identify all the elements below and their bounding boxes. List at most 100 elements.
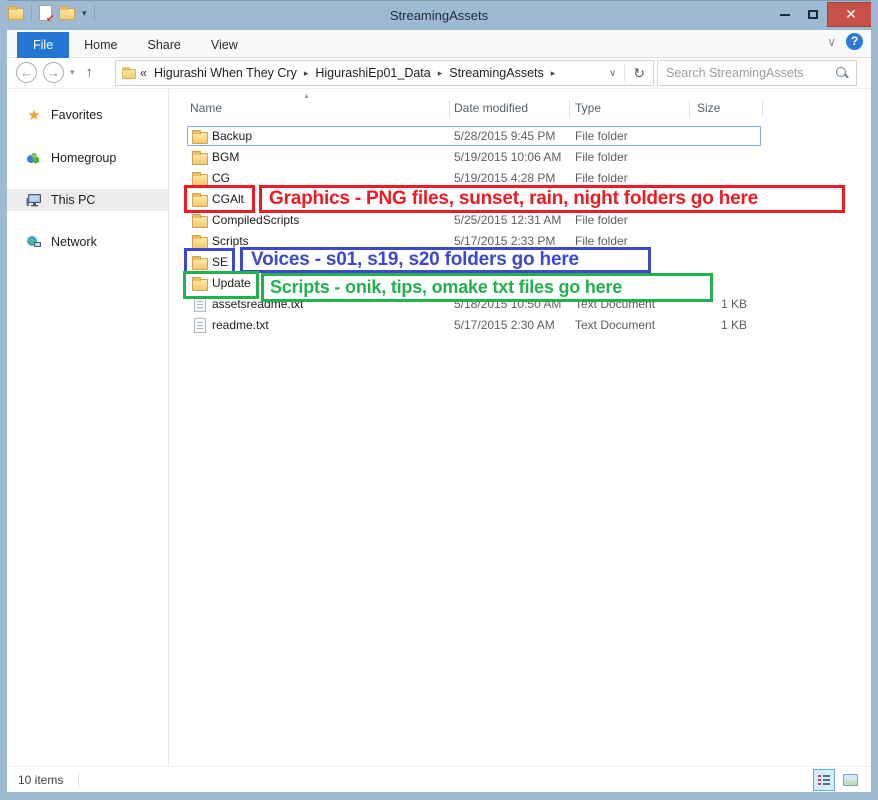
maximize-button[interactable] [799, 2, 827, 27]
folder-icon [192, 132, 208, 144]
location-folder-icon [122, 69, 136, 79]
sidebar-item-homegroup[interactable]: Homegroup [7, 147, 168, 169]
annotation-red-highlight-box [184, 185, 255, 213]
file-name: Backup [212, 126, 252, 147]
address-right-controls: ∨ ↻ [601, 65, 653, 82]
status-bar: 10 items [7, 766, 871, 792]
column-header-date-modified[interactable]: Date modified [454, 96, 528, 120]
sort-ascending-icon: ▲ [303, 93, 310, 100]
annotation-red-label: Graphics - PNG files, sunset, rain, nigh… [259, 185, 845, 213]
item-count: 10 items [18, 767, 63, 793]
breadcrumb-separator-icon[interactable]: ▸ [301, 68, 312, 79]
table-row-readme[interactable]: readme.txt 5/17/2015 2:30 AM Text Docume… [185, 315, 775, 336]
minimize-button[interactable] [771, 2, 799, 27]
navigation-bar: ← → ▾ ↑ « Higurashi When They Cry ▸ Higu… [7, 58, 871, 89]
tab-share[interactable]: Share [133, 32, 196, 58]
minimize-icon [780, 14, 790, 16]
nav-buttons: ← → ▾ ↑ [16, 62, 93, 83]
annotation-green-label: Scripts - onik, tips, omake txt files go… [261, 273, 713, 302]
window-controls: ✕ [771, 2, 875, 28]
title-bar: ▾ StreamingAssets ✕ [0, 0, 878, 30]
sidebar-item-label: Network [51, 235, 97, 249]
search-input[interactable] [658, 66, 834, 80]
close-button[interactable]: ✕ [827, 2, 875, 27]
search-box [657, 60, 857, 86]
table-row-compiledscripts[interactable]: CompiledScripts 5/25/2015 12:31 AM File … [185, 210, 775, 231]
folder-icon [192, 216, 208, 228]
thumbnails-view-icon [843, 774, 858, 786]
annotation-blue-label: Voices - s01, s19, s20 folders go here [240, 247, 651, 273]
file-name: CompiledScripts [212, 210, 299, 231]
status-separator [78, 773, 79, 787]
search-icon[interactable] [834, 65, 850, 81]
column-header-size[interactable]: Size [697, 96, 720, 120]
file-name: readme.txt [212, 315, 269, 336]
ribbon-tab-bar: File Home Share View ∨ ? [7, 30, 871, 58]
pane-divider [168, 89, 169, 766]
back-button[interactable]: ← [16, 62, 37, 83]
address-bar[interactable]: « Higurashi When They Cry ▸ HigurashiEp0… [115, 60, 654, 86]
view-toggle-buttons [813, 769, 861, 791]
tab-home[interactable]: Home [69, 32, 132, 58]
sidebar-item-network[interactable]: Network [7, 231, 168, 253]
sidebar-item-label: This PC [51, 193, 95, 207]
column-resize-handle[interactable] [762, 100, 763, 117]
file-date: 5/25/2015 12:31 AM [454, 210, 561, 231]
help-icon[interactable]: ? [846, 33, 863, 50]
sidebar-item-this-pc[interactable]: This PC [7, 189, 168, 211]
ribbon-right-controls: ∨ ? [827, 33, 863, 50]
computer-icon [25, 192, 43, 208]
homegroup-icon [25, 150, 43, 166]
text-file-icon [194, 297, 206, 312]
file-date: 5/28/2015 9:45 PM [454, 126, 555, 147]
forward-button[interactable]: → [43, 62, 64, 83]
expand-ribbon-icon[interactable]: ∨ [827, 35, 836, 49]
ribbon-tabs: File Home Share View [17, 32, 253, 58]
table-row-bgm[interactable]: BGM 5/19/2015 10:06 AM File folder [185, 147, 775, 168]
file-type: File folder [575, 147, 628, 168]
file-date: 5/19/2015 10:06 AM [454, 147, 561, 168]
column-resize-handle[interactable] [449, 100, 450, 117]
tab-view[interactable]: View [196, 32, 253, 58]
column-resize-handle[interactable] [569, 100, 570, 117]
column-resize-handle[interactable] [689, 100, 690, 117]
refresh-icon[interactable]: ↻ [624, 65, 653, 82]
details-view-button[interactable] [813, 769, 835, 791]
close-icon: ✕ [845, 6, 857, 23]
recent-locations-dropdown-icon[interactable]: ▾ [70, 67, 75, 78]
annotation-blue-text: Voices - s01, s19, s20 folders go here [251, 249, 579, 271]
file-size: 1 KB [685, 315, 747, 336]
annotation-green-text: Scripts - onik, tips, omake txt files go… [270, 277, 622, 298]
breadcrumb-item[interactable]: StreamingAssets [445, 66, 547, 80]
maximize-icon [808, 10, 818, 19]
favorites-star-icon: ★ [25, 107, 43, 123]
file-type: File folder [575, 126, 628, 147]
file-date: 5/17/2015 2:30 AM [454, 315, 555, 336]
annotation-green-highlight-box [183, 271, 259, 299]
file-name: BGM [212, 147, 239, 168]
breadcrumb-overflow[interactable]: « [137, 66, 150, 80]
window-title: StreamingAssets [0, 1, 878, 31]
network-icon [25, 234, 43, 250]
navigation-pane: ★ Favorites Homegroup This PC Network [7, 89, 168, 766]
breadcrumb-item[interactable]: HigurashiEp01_Data [311, 66, 434, 80]
details-view-icon [818, 774, 830, 786]
address-dropdown-icon[interactable]: ∨ [601, 68, 624, 79]
sidebar-item-label: Homegroup [51, 151, 116, 165]
up-button[interactable]: ↑ [86, 64, 94, 81]
annotation-red-text: Graphics - PNG files, sunset, rain, nigh… [269, 188, 758, 210]
column-header-type[interactable]: Type [575, 96, 601, 120]
column-header-name[interactable]: Name [190, 96, 222, 120]
column-header-row: ▲ Name Date modified Type Size [168, 96, 871, 120]
explorer-window: ▾ StreamingAssets ✕ File Home Share View… [0, 0, 878, 800]
breadcrumb-item[interactable]: Higurashi When They Cry [150, 66, 301, 80]
file-type: File folder [575, 210, 628, 231]
sidebar-item-favorites[interactable]: ★ Favorites [7, 104, 168, 126]
table-row-backup[interactable]: Backup 5/28/2015 9:45 PM File folder [185, 126, 775, 147]
file-type: Text Document [575, 315, 655, 336]
thumbnails-view-button[interactable] [839, 769, 861, 791]
breadcrumb-separator-icon[interactable]: ▸ [435, 68, 446, 79]
breadcrumb-separator-icon[interactable]: ▸ [548, 68, 559, 79]
tab-file[interactable]: File [17, 32, 69, 58]
text-file-icon [194, 318, 206, 333]
